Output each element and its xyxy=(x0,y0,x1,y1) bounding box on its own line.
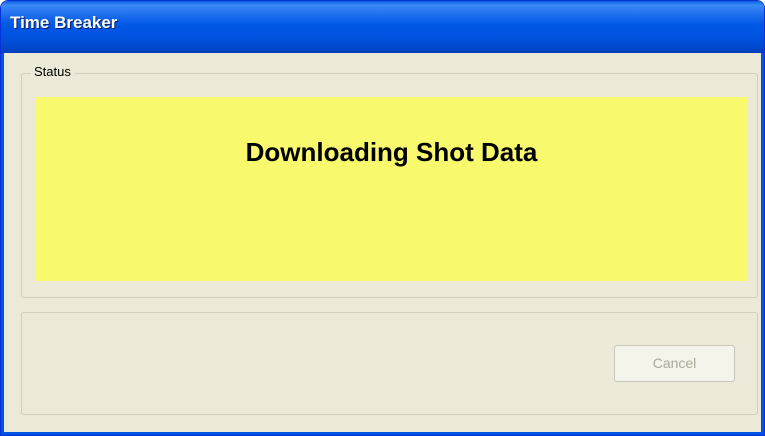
window-title: Time Breaker xyxy=(10,13,118,32)
status-group-label: Status xyxy=(31,64,74,79)
status-message: Downloading Shot Data xyxy=(245,137,538,167)
title-bar[interactable]: Time Breaker xyxy=(1,1,764,53)
status-panel: Downloading Shot Data xyxy=(36,97,747,281)
window-frame-left xyxy=(1,53,4,435)
cancel-button[interactable]: Cancel xyxy=(614,345,735,382)
window-frame-bottom xyxy=(1,432,764,435)
window-frame-right xyxy=(761,53,764,435)
